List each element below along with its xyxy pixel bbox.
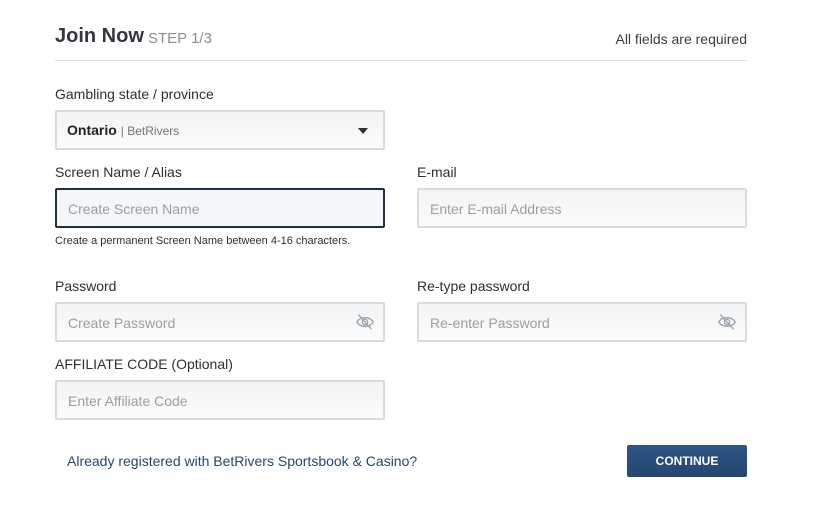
state-selected-value: Ontario | BetRivers [67,122,179,138]
retype-password-label: Re-type password [417,278,530,294]
state-label: Gambling state / province [55,86,214,102]
password-field [55,302,385,342]
page-title: Join Now [55,25,144,47]
login-link[interactable]: Already registered with BetRivers Sports… [67,453,417,469]
retype-password-input[interactable] [428,304,708,342]
affiliate-field [55,380,385,420]
state-select[interactable]: Ontario | BetRivers [55,110,385,150]
eye-slash-icon[interactable] [717,313,737,331]
screen-name-label: Screen Name / Alias [55,164,182,180]
password-input[interactable] [66,304,346,342]
password-label: Password [55,278,117,294]
screen-name-field [55,188,385,228]
screen-name-input[interactable] [66,190,346,228]
required-note: All fields are required [615,31,747,47]
step-indicator: STEP 1/3 [148,30,212,47]
affiliate-label: AFFILIATE CODE (Optional) [55,356,233,372]
retype-password-field [417,302,747,342]
chevron-down-icon [358,128,368,134]
email-label: E-mail [417,164,457,180]
eye-slash-icon[interactable] [355,313,375,331]
state-selected-operator: | BetRivers [120,124,180,138]
affiliate-input[interactable] [66,382,346,420]
state-selected-name: Ontario [67,122,117,138]
continue-button[interactable]: CONTINUE [627,445,747,477]
form-header: Join Now STEP 1/3 All fields are require… [55,24,747,61]
email-field [417,188,747,228]
screen-name-hint: Create a permanent Screen Name between 4… [55,235,351,247]
email-input[interactable] [428,190,708,228]
